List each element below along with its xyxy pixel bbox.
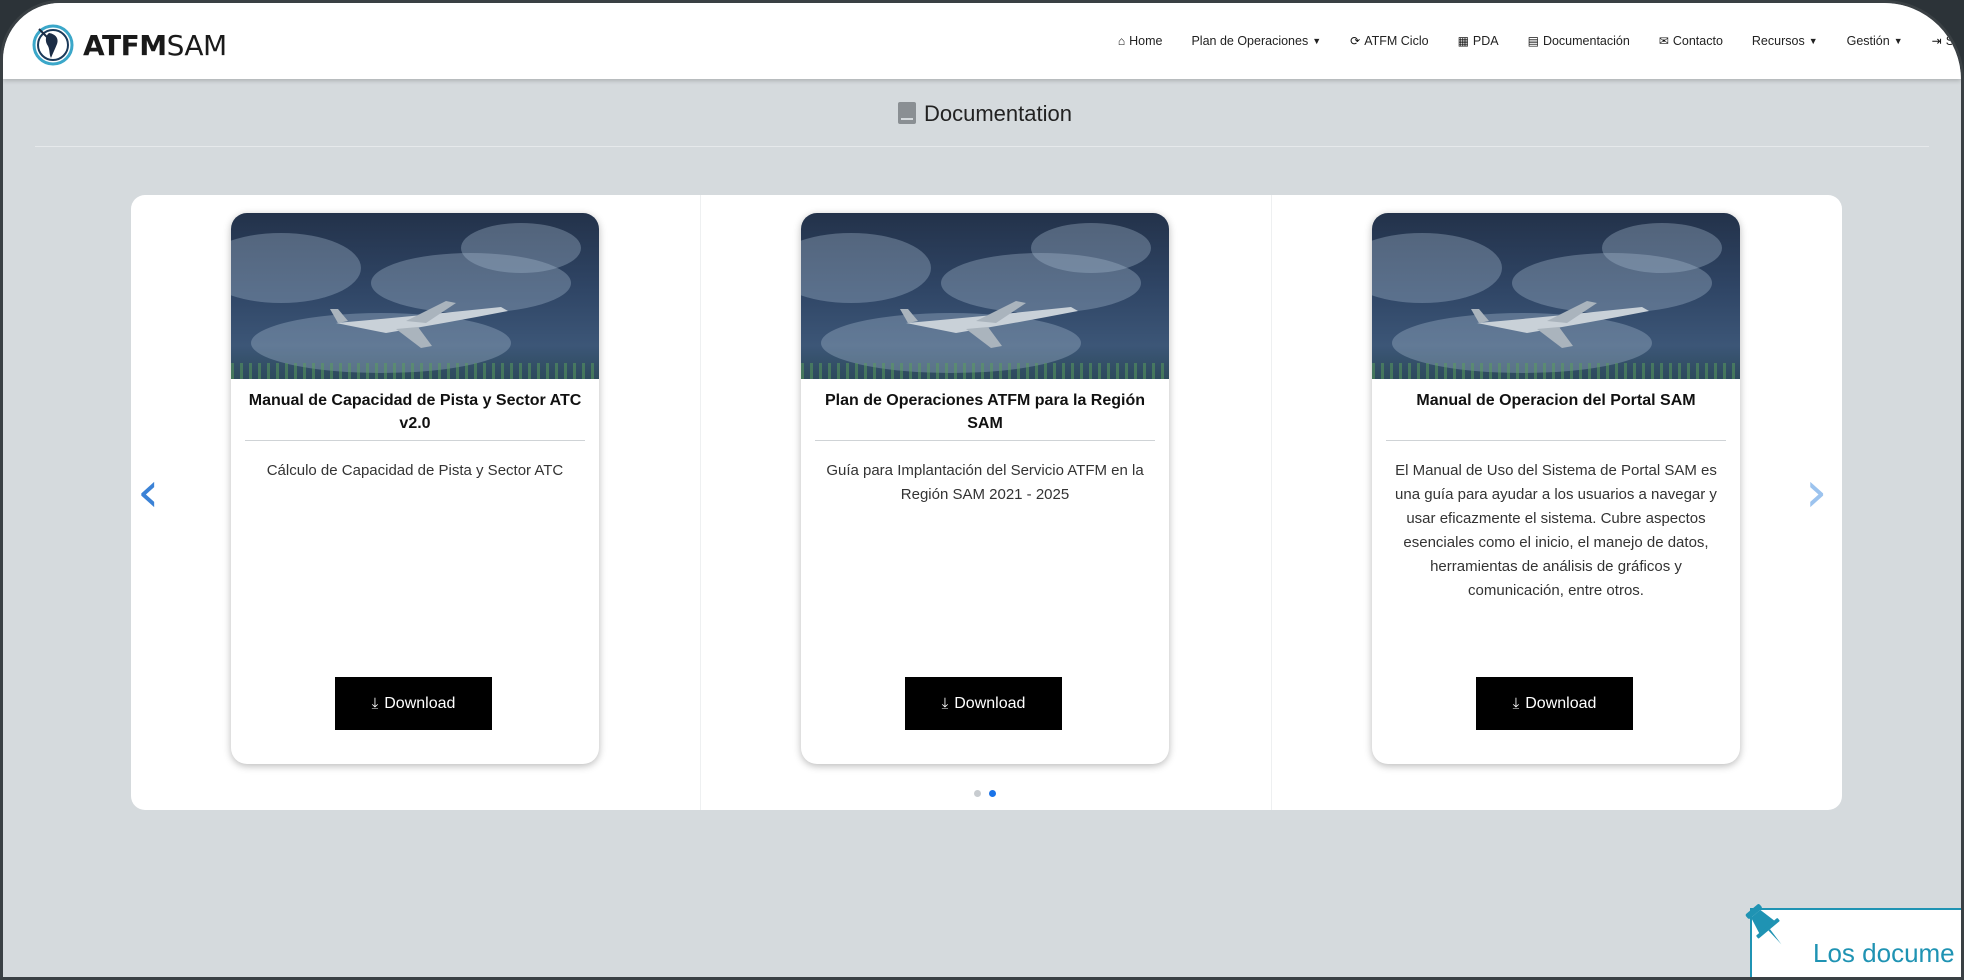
carousel-dot[interactable] (989, 790, 996, 797)
pushpin-icon (1745, 904, 1782, 945)
nav-item-gesti-n[interactable]: Gestión ▼ (1847, 34, 1903, 48)
nav-item-home[interactable]: ⌂ Home (1118, 34, 1163, 48)
top-navbar: ATFMSAM ⌂ Home Plan de Operaciones ▼ ⟳ ATFM C… (3, 3, 1961, 79)
info-note-text: Los docume (1813, 938, 1955, 968)
nav-item-recursos[interactable]: Recursos ▼ (1752, 34, 1818, 48)
card-title: Plan de Operaciones ATFM para la Región … (824, 392, 1146, 432)
nav-item-label: Gestión (1846, 34, 1890, 48)
nav-item-label: Home (1129, 34, 1163, 48)
download-button[interactable]: ⤓ Download (905, 677, 1062, 730)
card-title: Manual de Operacion del Portal SAM (1416, 392, 1696, 409)
nav-item-atfm-ciclo[interactable]: ⟳ ATFM Ciclo (1350, 34, 1428, 48)
download-icon: ⤓ (371, 695, 379, 712)
download-icon: ⤓ (1512, 695, 1520, 712)
slide-divider (1271, 195, 1272, 810)
book-icon: ▤ (1527, 34, 1539, 48)
card-description: El Manual de Uso del Sistema de Portal S… (1395, 462, 1717, 599)
document-card: Manual de Operacion del Portal SAM El Ma… (1372, 213, 1740, 764)
carousel-prev-button[interactable]: ‹ (137, 465, 167, 523)
nav-item-documentaci-n[interactable]: ▤ Documentación (1528, 34, 1630, 48)
title-divider (35, 146, 1929, 147)
main-nav: ⌂ Home Plan de Operaciones ▼ ⟳ ATFM Ciclo ▦ PDA… (1089, 27, 1961, 55)
carousel-indicators (974, 790, 996, 797)
document-card: Plan de Operaciones ATFM para la Región … (801, 213, 1169, 764)
card-description: Guía para Implantación del Servicio ATFM… (826, 462, 1144, 503)
nav-item-label: Documentación (1542, 34, 1630, 48)
nav-item-sa[interactable]: ⇥ Sa (1932, 34, 1961, 48)
document-card: Manual de Capacidad de Pista y Sector AT… (231, 213, 599, 764)
slide-divider (700, 195, 701, 810)
airplane-icon (330, 301, 508, 348)
caret-down-icon: ▼ (1808, 36, 1818, 46)
nav-item-label: Plan de Operaciones (1191, 34, 1309, 48)
home-icon: ⌂ (1117, 34, 1126, 48)
browser-window: ATFMSAM ⌂ Home Plan de Operaciones ▼ ⟳ ATFM C… (0, 0, 1964, 980)
page-title: Documentation (3, 101, 1961, 127)
nav-item-pda[interactable]: ▦ PDA (1458, 34, 1499, 48)
card-description: Cálculo de Capacidad de Pista y Sector A… (266, 462, 564, 479)
download-button[interactable]: ⤓ Download (335, 677, 492, 730)
caret-down-icon: ▼ (1893, 36, 1903, 46)
nav-item-label: Recursos (1751, 34, 1805, 48)
nav-item-contacto[interactable]: ✉ Contacto (1659, 34, 1723, 48)
download-button-label: Download (384, 694, 456, 712)
airplane-icon (1471, 301, 1649, 348)
caret-down-icon: ▼ (1312, 36, 1322, 46)
nav-item-plan-de-operaciones[interactable]: Plan de Operaciones ▼ (1191, 34, 1321, 48)
sign-out-icon: ⇥ (1931, 34, 1942, 48)
card-divider (245, 440, 585, 441)
nav-item-label: PDA (1472, 34, 1499, 48)
refresh-icon: ⟳ (1350, 34, 1361, 48)
card-divider (815, 440, 1155, 441)
download-button[interactable]: ⤓ Download (1476, 677, 1633, 730)
nav-item-label: Contacto (1672, 34, 1723, 48)
download-button-label: Download (1525, 694, 1597, 712)
globe-logo-icon (32, 24, 74, 66)
airplane-icon (900, 301, 1078, 348)
book-icon (898, 102, 916, 124)
nav-item-label: Sa (1945, 34, 1961, 48)
carousel-dot[interactable] (974, 790, 981, 797)
card-image-airplane (231, 213, 599, 379)
download-icon: ⤓ (941, 695, 949, 712)
envelope-icon: ✉ (1658, 34, 1669, 48)
download-button-label: Download (954, 694, 1026, 712)
card-image-airplane (801, 213, 1169, 379)
table-icon: ▦ (1457, 34, 1469, 48)
card-divider (1386, 440, 1726, 441)
card-image-airplane (1372, 213, 1740, 379)
carousel-next-button[interactable]: › (1805, 465, 1835, 523)
card-title: Manual de Capacidad de Pista y Sector AT… (248, 392, 582, 432)
brand-name: ATFMSAM (83, 28, 227, 62)
brand-logo[interactable]: ATFMSAM (31, 21, 227, 69)
nav-item-label: ATFM Ciclo (1364, 34, 1429, 48)
